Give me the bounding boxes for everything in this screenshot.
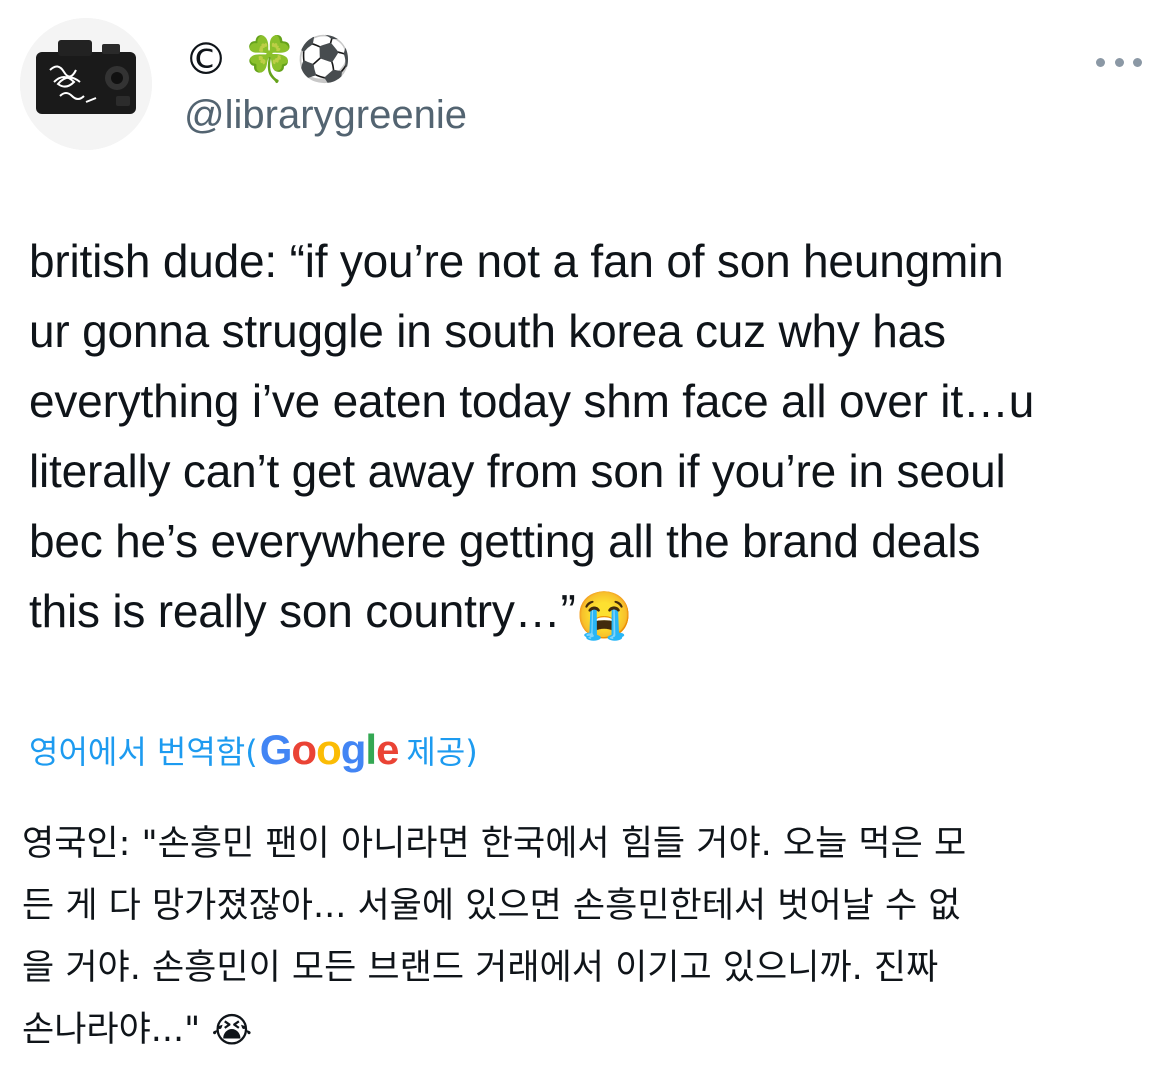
user-handle[interactable]: @librarygreenie xyxy=(184,90,467,140)
translated-text: 영국인: "손흥민 팬이 아니라면 한국에서 힘들 거야. 오늘 먹은 모 든 … xyxy=(22,813,1152,1062)
camera-avatar-icon xyxy=(20,18,152,150)
google-letter: g xyxy=(340,726,367,773)
tweet: © 🍀⚽ @librarygreenie british dude: “if y… xyxy=(0,0,1170,1069)
tweet-text-line: british dude: “if you’re not a fan of so… xyxy=(29,235,1004,287)
tweet-text: british dude: “if you’re not a fan of so… xyxy=(29,226,1149,650)
google-letter: o xyxy=(316,726,342,773)
crying-face-icon: 😭 xyxy=(211,1011,253,1051)
avatar[interactable] xyxy=(20,18,152,150)
google-logo-icon: Google xyxy=(259,726,400,774)
crying-face-icon: 😭 xyxy=(575,588,633,641)
google-letter: o xyxy=(291,726,317,773)
google-letter: e xyxy=(376,726,399,773)
translation-attribution[interactable]: 영어에서 번역함( Google 제공) xyxy=(29,720,478,780)
google-letter: l xyxy=(365,726,377,773)
translated-text-line: 영국인: "손흥민 팬이 아니라면 한국에서 힘들 거야. 오늘 먹은 모 xyxy=(22,824,967,864)
more-options-icon xyxy=(1096,57,1105,67)
more-options-dot xyxy=(1114,57,1124,67)
translated-text-line: 든 게 다 망가졌잖아... 서울에 있으면 손흥민한테서 벗어날 수 없 xyxy=(22,886,961,926)
translated-text-line: 손나라야..." 😭 xyxy=(22,999,1152,1062)
translated-text-line: 을 거야. 손흥민이 모든 브랜드 거래에서 이기고 있으니까. 진짜 xyxy=(22,948,939,988)
translation-label: 영어에서 번역함( xyxy=(29,733,258,771)
google-letter: G xyxy=(259,726,293,773)
tweet-text-last: this is really son country…” xyxy=(29,585,576,637)
tweet-text-line: ur gonna struggle in south korea cuz why… xyxy=(29,305,946,357)
tweet-text-line: bec he’s everywhere getting all the bran… xyxy=(29,515,981,567)
display-name[interactable]: © 🍀⚽ xyxy=(184,32,352,88)
translated-text-last: 손나라야..." xyxy=(22,1010,201,1050)
tweet-text-line: this is really son country…”😭 xyxy=(29,576,1149,650)
tweet-text-line: everything i’ve eaten today shm face all… xyxy=(29,375,1035,427)
translation-provider-label: 제공) xyxy=(406,733,478,771)
more-options-dot xyxy=(1133,57,1142,67)
tweet-text-line: literally can’t get away from son if you… xyxy=(29,445,1006,497)
more-options-button[interactable] xyxy=(1096,50,1142,74)
